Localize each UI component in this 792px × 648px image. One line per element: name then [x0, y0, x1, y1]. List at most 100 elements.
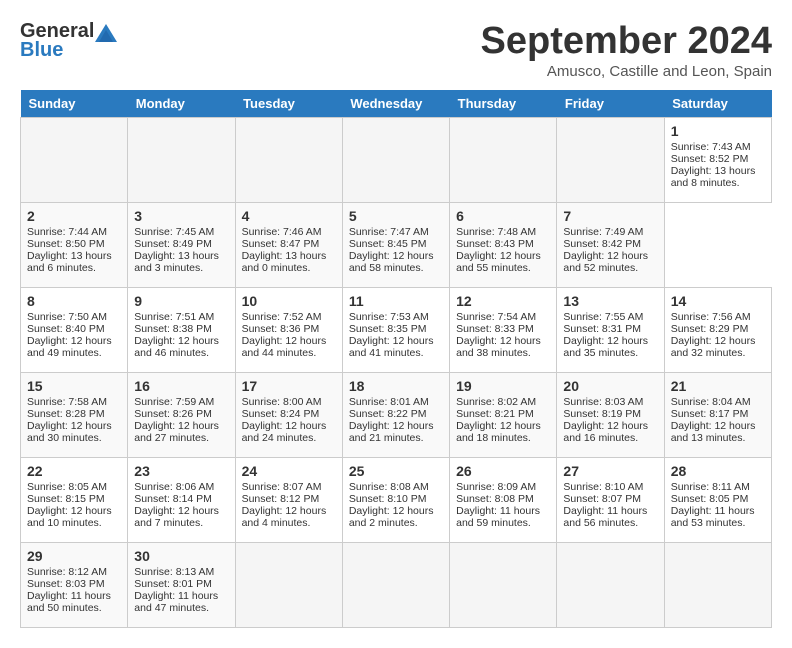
sunset-text: Sunset: 8:01 PM: [134, 578, 228, 590]
sunset-text: Sunset: 8:35 PM: [349, 323, 443, 335]
day-number: 26: [456, 463, 550, 479]
daylight-text: Daylight: 12 hours and 58 minutes.: [349, 250, 443, 274]
sunset-text: Sunset: 8:33 PM: [456, 323, 550, 335]
calendar-day-cell: [342, 543, 449, 628]
day-number: 18: [349, 378, 443, 394]
sunset-text: Sunset: 8:14 PM: [134, 493, 228, 505]
daylight-text: Daylight: 12 hours and 21 minutes.: [349, 420, 443, 444]
daylight-text: Daylight: 12 hours and 38 minutes.: [456, 335, 550, 359]
daylight-text: Daylight: 11 hours and 56 minutes.: [563, 505, 657, 529]
day-number: 10: [242, 293, 336, 309]
sunrise-text: Sunrise: 7:56 AM: [671, 311, 765, 323]
calendar-week-row: 8Sunrise: 7:50 AMSunset: 8:40 PMDaylight…: [21, 288, 772, 373]
sunset-text: Sunset: 8:17 PM: [671, 408, 765, 420]
day-number: 1: [671, 123, 765, 139]
weekday-header: Thursday: [450, 90, 557, 118]
page-header: General Blue September 2024 Amusco, Cast…: [20, 20, 772, 80]
day-number: 29: [27, 548, 121, 564]
daylight-text: Daylight: 11 hours and 47 minutes.: [134, 590, 228, 614]
sunrise-text: Sunrise: 7:45 AM: [134, 226, 228, 238]
sunrise-text: Sunrise: 7:46 AM: [242, 226, 336, 238]
calendar-day-cell: 8Sunrise: 7:50 AMSunset: 8:40 PMDaylight…: [21, 288, 128, 373]
daylight-text: Daylight: 13 hours and 8 minutes.: [671, 165, 765, 189]
day-number: 8: [27, 293, 121, 309]
daylight-text: Daylight: 12 hours and 16 minutes.: [563, 420, 657, 444]
sunset-text: Sunset: 8:42 PM: [563, 238, 657, 250]
sunset-text: Sunset: 8:38 PM: [134, 323, 228, 335]
day-number: 19: [456, 378, 550, 394]
daylight-text: Daylight: 13 hours and 3 minutes.: [134, 250, 228, 274]
calendar-day-cell: 7Sunrise: 7:49 AMSunset: 8:42 PMDaylight…: [557, 203, 664, 288]
day-number: 13: [563, 293, 657, 309]
sunset-text: Sunset: 8:36 PM: [242, 323, 336, 335]
daylight-text: Daylight: 12 hours and 18 minutes.: [456, 420, 550, 444]
sunrise-text: Sunrise: 8:06 AM: [134, 481, 228, 493]
calendar-day-cell: 2Sunrise: 7:44 AMSunset: 8:50 PMDaylight…: [21, 203, 128, 288]
day-number: 15: [27, 378, 121, 394]
sunrise-text: Sunrise: 8:08 AM: [349, 481, 443, 493]
sunset-text: Sunset: 8:24 PM: [242, 408, 336, 420]
day-number: 21: [671, 378, 765, 394]
calendar-day-cell: 18 Sunrise: 8:01 AMSunset: 8:22 PMDayligh…: [342, 373, 449, 458]
sunrise-text: Sunrise: 8:01 AM: [349, 396, 443, 408]
daylight-text: Daylight: 12 hours and 32 minutes.: [671, 335, 765, 359]
weekday-header: Friday: [557, 90, 664, 118]
calendar-day-cell: 30 Sunrise: 8:13 AMSunset: 8:01 PMDayligh…: [128, 543, 235, 628]
calendar-day-cell: 20Sunrise: 8:03 AMSunset: 8:19 PMDayligh…: [557, 373, 664, 458]
sunrise-text: Sunrise: 8:05 AM: [27, 481, 121, 493]
daylight-text: Daylight: 12 hours and 2 minutes.: [349, 505, 443, 529]
calendar-day-cell: 16Sunrise: 7:59 AMSunset: 8:26 PMDayligh…: [128, 373, 235, 458]
calendar-day-cell: 19Sunrise: 8:02 AMSunset: 8:21 PMDayligh…: [450, 373, 557, 458]
calendar-day-cell: 4Sunrise: 7:46 AMSunset: 8:47 PMDaylight…: [235, 203, 342, 288]
daylight-text: Daylight: 12 hours and 27 minutes.: [134, 420, 228, 444]
day-number: 12: [456, 293, 550, 309]
calendar-day-cell: [450, 118, 557, 203]
daylight-text: Daylight: 11 hours and 53 minutes.: [671, 505, 765, 529]
day-number: 5: [349, 208, 443, 224]
daylight-text: Daylight: 12 hours and 13 minutes.: [671, 420, 765, 444]
sunrise-text: Sunrise: 8:11 AM: [671, 481, 765, 493]
calendar-day-cell: [128, 118, 235, 203]
sunrise-text: Sunrise: 7:43 AM: [671, 141, 765, 153]
sunset-text: Sunset: 8:12 PM: [242, 493, 336, 505]
sunrise-text: Sunrise: 7:53 AM: [349, 311, 443, 323]
sunrise-text: Sunrise: 7:52 AM: [242, 311, 336, 323]
daylight-text: Daylight: 11 hours and 50 minutes.: [27, 590, 121, 614]
logo-blue-text: Blue: [20, 39, 63, 62]
calendar-day-cell: 1Sunrise: 7:43 AMSunset: 8:52 PMDaylight…: [664, 118, 771, 203]
day-number: 9: [134, 293, 228, 309]
calendar-day-cell: 26Sunrise: 8:09 AMSunset: 8:08 PMDayligh…: [450, 458, 557, 543]
day-number: 27: [563, 463, 657, 479]
sunrise-text: Sunrise: 7:50 AM: [27, 311, 121, 323]
calendar-week-row: 15Sunrise: 7:58 AMSunset: 8:28 PMDayligh…: [21, 373, 772, 458]
day-number: 14: [671, 293, 765, 309]
day-number: 30: [134, 548, 228, 564]
sunset-text: Sunset: 8:03 PM: [27, 578, 121, 590]
calendar-week-row: 29Sunrise: 8:12 AMSunset: 8:03 PMDayligh…: [21, 543, 772, 628]
sunset-text: Sunset: 8:05 PM: [671, 493, 765, 505]
day-number: 24: [242, 463, 336, 479]
weekday-header: Tuesday: [235, 90, 342, 118]
calendar-day-cell: [21, 118, 128, 203]
sunrise-text: Sunrise: 7:48 AM: [456, 226, 550, 238]
sunset-text: Sunset: 8:28 PM: [27, 408, 121, 420]
calendar-day-cell: 23Sunrise: 8:06 AMSunset: 8:14 PMDayligh…: [128, 458, 235, 543]
location-title: Amusco, Castille and Leon, Spain: [481, 63, 773, 80]
sunset-text: Sunset: 8:22 PM: [349, 408, 443, 420]
day-number: 17: [242, 378, 336, 394]
sunset-text: Sunset: 8:19 PM: [563, 408, 657, 420]
calendar-week-row: 2Sunrise: 7:44 AMSunset: 8:50 PMDaylight…: [21, 203, 772, 288]
calendar-day-cell: 5Sunrise: 7:47 AMSunset: 8:45 PMDaylight…: [342, 203, 449, 288]
daylight-text: Daylight: 12 hours and 41 minutes.: [349, 335, 443, 359]
day-number: 6: [456, 208, 550, 224]
daylight-text: Daylight: 12 hours and 24 minutes.: [242, 420, 336, 444]
calendar-day-cell: 9Sunrise: 7:51 AMSunset: 8:38 PMDaylight…: [128, 288, 235, 373]
title-area: September 2024 Amusco, Castille and Leon…: [481, 20, 773, 80]
sunrise-text: Sunrise: 7:59 AM: [134, 396, 228, 408]
sunrise-text: Sunrise: 7:47 AM: [349, 226, 443, 238]
sunrise-text: Sunrise: 7:55 AM: [563, 311, 657, 323]
calendar-day-cell: [235, 543, 342, 628]
sunrise-text: Sunrise: 8:13 AM: [134, 566, 228, 578]
sunset-text: Sunset: 8:08 PM: [456, 493, 550, 505]
sunset-text: Sunset: 8:07 PM: [563, 493, 657, 505]
